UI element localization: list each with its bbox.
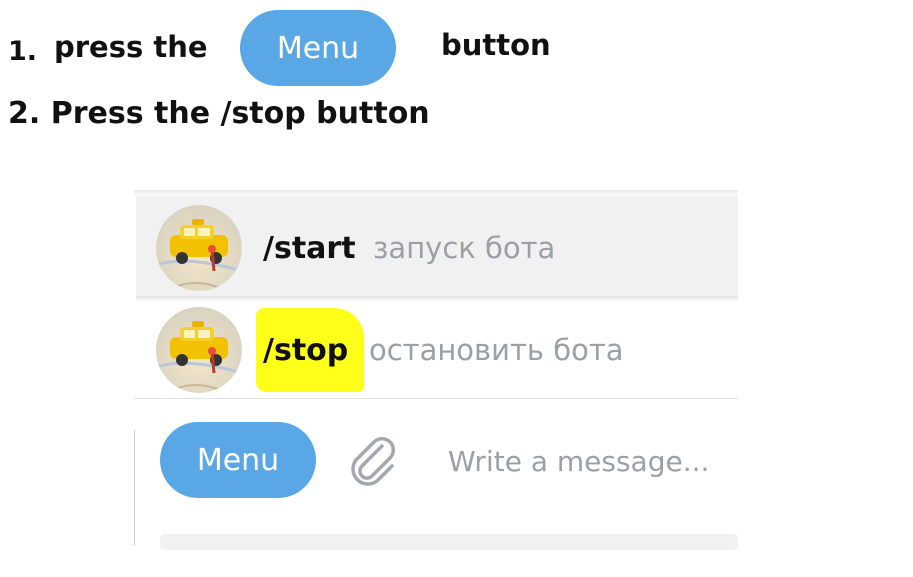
instruction-menu-button-image: Menu [240, 10, 396, 86]
composer-bottom-strip [160, 534, 738, 550]
step1-number: 1. [8, 36, 38, 67]
step1-text-before: press the [54, 30, 208, 64]
bot-command-panel: /start запуск бота /stop остановить бота… [134, 190, 738, 550]
command-name: /start [263, 230, 356, 266]
command-row-stop[interactable]: /stop остановить бота [136, 298, 738, 402]
step1-text-after: button [441, 28, 551, 62]
message-input[interactable] [448, 438, 738, 484]
command-name: /stop [263, 332, 349, 368]
step2-text: 2. Press the /stop button [8, 96, 430, 131]
window-left-border [134, 430, 135, 545]
command-description: запуск бота [373, 231, 556, 265]
composer-divider [134, 398, 738, 399]
taxi-avatar-icon [156, 307, 242, 393]
menu-button[interactable]: Menu [160, 422, 316, 498]
command-row-start[interactable]: /start запуск бота [136, 196, 738, 300]
paperclip-icon[interactable] [346, 434, 400, 488]
taxi-avatar-icon [156, 205, 242, 291]
command-description: остановить бота [369, 333, 624, 367]
